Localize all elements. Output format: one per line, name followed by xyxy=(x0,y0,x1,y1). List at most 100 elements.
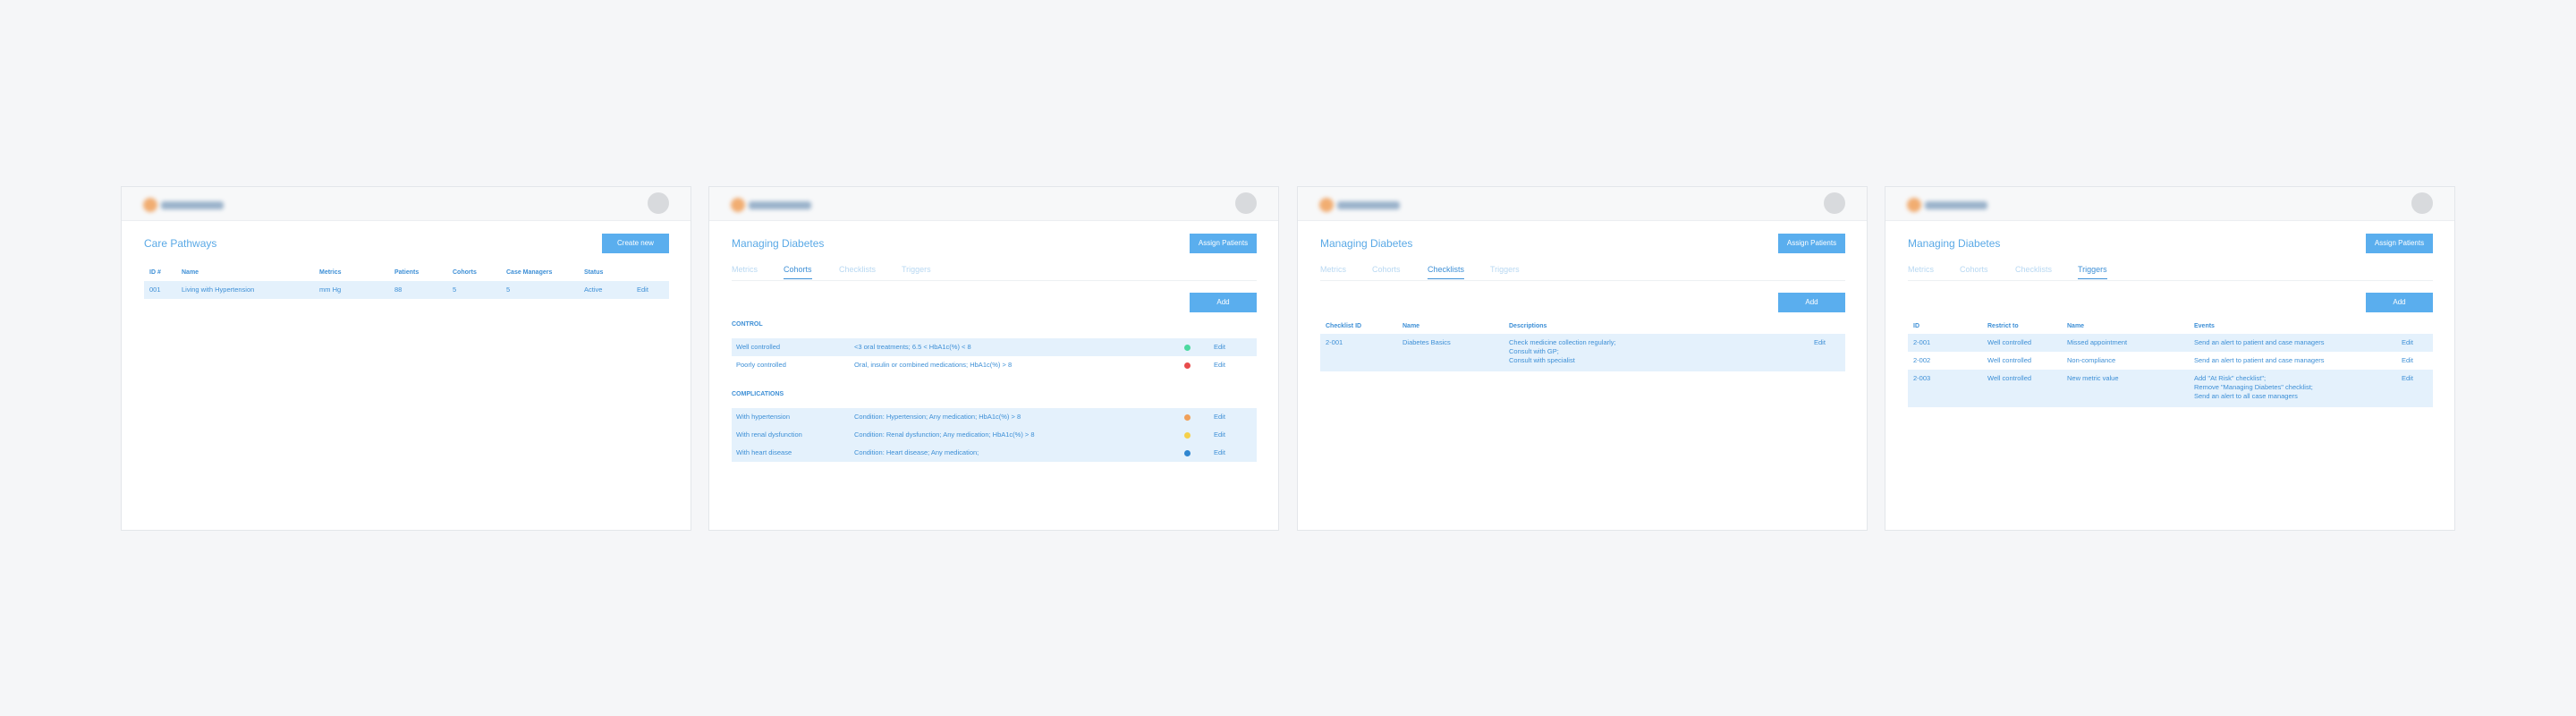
tab-triggers[interactable]: Triggers xyxy=(2078,265,2107,279)
row-status: Active xyxy=(584,286,603,294)
trigger-event-line: Add "At Risk" checklist"; xyxy=(2194,374,2267,382)
cohorts-panel: Managing Diabetes Assign Patients Metric… xyxy=(708,186,1279,531)
column-header-id: ID xyxy=(1913,323,1919,329)
user-avatar[interactable] xyxy=(648,192,669,214)
care-pathways-panel: Care Pathways Create new ID # Name Metri… xyxy=(121,186,691,531)
cohort-name[interactable]: With heart disease xyxy=(736,448,792,457)
tab-cohorts[interactable]: Cohorts xyxy=(784,265,812,279)
tab-metrics[interactable]: Metrics xyxy=(1320,265,1346,278)
table-row[interactable]: 2-002 Well controlled Non-compliance Sen… xyxy=(1908,352,2433,370)
row-cohorts: 5 xyxy=(453,286,457,294)
status-dot xyxy=(1184,414,1191,421)
status-dot xyxy=(1184,362,1191,369)
column-header-cohorts: Cohorts xyxy=(453,269,477,276)
trigger-name[interactable]: Missed appointment xyxy=(2067,338,2127,347)
column-header-case-managers: Case Managers xyxy=(506,269,553,276)
tab-bar: Metrics Cohorts Checklists Triggers xyxy=(1320,265,1845,281)
cohort-name[interactable]: Poorly controlled xyxy=(736,361,786,370)
row-patients: 88 xyxy=(394,286,402,294)
add-button[interactable]: Add xyxy=(1190,293,1257,312)
user-avatar[interactable] xyxy=(1235,192,1257,214)
table-row[interactable]: 2-001 Well controlled Missed appointment… xyxy=(1908,334,2433,352)
edit-link[interactable]: Edit xyxy=(1214,343,1225,352)
table-row[interactable]: 2-003 Well controlled New metric value A… xyxy=(1908,370,2433,407)
app-header xyxy=(709,187,1278,221)
cohort-description: Condition: Heart disease; Any medication… xyxy=(854,448,979,456)
edit-link[interactable]: Edit xyxy=(1214,361,1225,370)
table-row[interactable]: 2-001 Diabetes Basics Check medicine col… xyxy=(1320,334,1845,371)
table-row[interactable]: 001 Living with Hypertension mm Hg 88 5 … xyxy=(144,281,669,299)
trigger-id: 2-001 xyxy=(1913,338,1931,346)
edit-link[interactable]: Edit xyxy=(1214,413,1225,422)
user-avatar[interactable] xyxy=(2411,192,2433,214)
cohort-description: Oral, insulin or combined medications; H… xyxy=(854,361,1013,369)
column-header-name: Name xyxy=(2067,323,2085,329)
tab-metrics[interactable]: Metrics xyxy=(1908,265,1934,278)
column-header-checklist-id: Checklist ID xyxy=(1326,323,1362,329)
app-logo[interactable] xyxy=(1319,198,1402,212)
column-header-events: Events xyxy=(2194,323,2215,329)
tab-cohorts[interactable]: Cohorts xyxy=(1960,265,1988,278)
cohort-description: Condition: Hypertension; Any medication;… xyxy=(854,413,1021,421)
cohort-description: Condition: Renal dysfunction; Any medica… xyxy=(854,430,1035,439)
trigger-restrict: Well controlled xyxy=(1987,374,2032,382)
trigger-event-line: Remove "Managing Diabetes" checklist; xyxy=(2194,383,2313,391)
trigger-restrict: Well controlled xyxy=(1987,356,2032,364)
cohort-description: <3 oral treatments; 6.5 < HbA1c(%) < 8 xyxy=(854,343,971,351)
tab-checklists[interactable]: Checklists xyxy=(2015,265,2052,278)
status-dot xyxy=(1184,345,1191,351)
edit-link[interactable]: Edit xyxy=(2402,374,2413,383)
user-avatar[interactable] xyxy=(1824,192,1845,214)
trigger-event-line: Send an alert to all case managers xyxy=(2194,392,2298,400)
edit-link[interactable]: Edit xyxy=(1214,448,1225,457)
trigger-id: 2-002 xyxy=(1913,356,1931,364)
table-row[interactable]: With hypertension Condition: Hypertensio… xyxy=(732,408,1257,426)
app-logo[interactable] xyxy=(1907,198,1989,212)
edit-link[interactable]: Edit xyxy=(1814,338,1826,347)
table-row[interactable]: Poorly controlled Oral, insulin or combi… xyxy=(732,356,1257,374)
cohort-name[interactable]: With hypertension xyxy=(736,413,790,422)
checklist-description-line: Consult with GP; xyxy=(1509,347,1559,355)
cohort-name[interactable]: With renal dysfunction xyxy=(736,430,802,439)
trigger-name[interactable]: Non-compliance xyxy=(2067,356,2115,365)
add-button[interactable]: Add xyxy=(1778,293,1845,312)
assign-patients-button[interactable]: Assign Patients xyxy=(2366,234,2433,253)
column-header-name: Name xyxy=(1402,323,1420,329)
column-header-descriptions: Descriptions xyxy=(1509,323,1547,329)
create-new-button[interactable]: Create new xyxy=(602,234,669,253)
section-heading-control: CONTROL xyxy=(732,321,763,328)
edit-link[interactable]: Edit xyxy=(2402,356,2413,365)
column-header-restrict-to: Restrict to xyxy=(1987,323,2019,329)
edit-link[interactable]: Edit xyxy=(1214,430,1225,439)
assign-patients-button[interactable]: Assign Patients xyxy=(1190,234,1257,253)
column-header-status: Status xyxy=(584,269,604,276)
trigger-event-line: Send an alert to patient and case manage… xyxy=(2194,356,2325,364)
tab-triggers[interactable]: Triggers xyxy=(1490,265,1520,278)
page-title: Managing Diabetes xyxy=(1320,237,1413,250)
tab-cohorts[interactable]: Cohorts xyxy=(1372,265,1401,278)
edit-link[interactable]: Edit xyxy=(637,286,648,294)
assign-patients-button[interactable]: Assign Patients xyxy=(1778,234,1845,253)
checklist-name[interactable]: Diabetes Basics xyxy=(1402,338,1451,347)
row-name[interactable]: Living with Hypertension xyxy=(182,286,254,294)
tab-metrics[interactable]: Metrics xyxy=(732,265,758,278)
status-dot xyxy=(1184,450,1191,456)
table-row[interactable]: With renal dysfunction Condition: Renal … xyxy=(732,426,1257,444)
tab-checklists[interactable]: Checklists xyxy=(1428,265,1465,279)
checklist-id: 2-001 xyxy=(1326,338,1343,346)
app-logo[interactable] xyxy=(143,198,225,212)
table-row[interactable]: Well controlled <3 oral treatments; 6.5 … xyxy=(732,338,1257,356)
trigger-name[interactable]: New metric value xyxy=(2067,374,2119,383)
trigger-restrict: Well controlled xyxy=(1987,338,2032,346)
tab-bar: Metrics Cohorts Checklists Triggers xyxy=(732,265,1257,281)
tab-checklists[interactable]: Checklists xyxy=(839,265,876,278)
app-logo[interactable] xyxy=(731,198,813,212)
checklists-panel: Managing Diabetes Assign Patients Metric… xyxy=(1297,186,1868,531)
triggers-panel: Managing Diabetes Assign Patients Metric… xyxy=(1885,186,2455,531)
add-button[interactable]: Add xyxy=(2366,293,2433,312)
edit-link[interactable]: Edit xyxy=(2402,338,2413,347)
row-case-managers: 5 xyxy=(506,286,511,294)
tab-triggers[interactable]: Triggers xyxy=(902,265,931,278)
cohort-name[interactable]: Well controlled xyxy=(736,343,780,352)
table-row[interactable]: With heart disease Condition: Heart dise… xyxy=(732,444,1257,462)
